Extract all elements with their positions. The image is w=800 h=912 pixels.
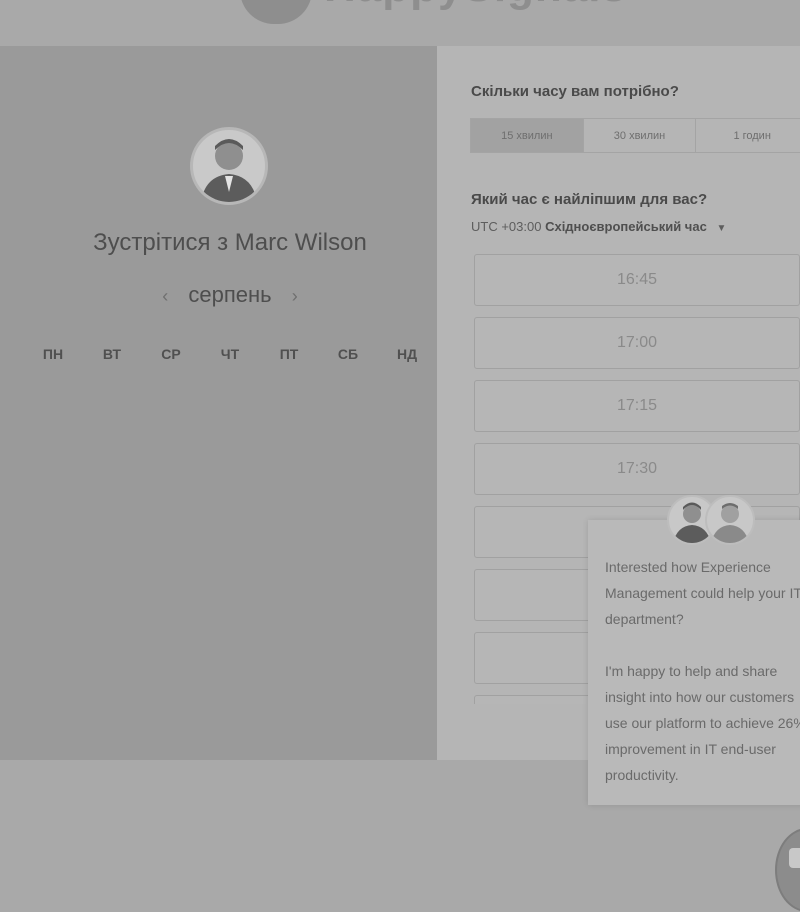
chat-popup[interactable]: Interested how Experience Management cou… <box>588 520 800 805</box>
brand-name: HappySignals <box>324 0 627 12</box>
weekday-tue: ВТ <box>102 346 122 362</box>
time-slot[interactable]: 16:45 <box>474 254 800 306</box>
weekday-sat: СБ <box>337 346 359 362</box>
weekday-sun: НД <box>396 346 418 362</box>
chat-launcher[interactable] <box>775 828 800 912</box>
duration-question: Скільки часу вам потрібно? <box>471 83 679 100</box>
time-question: Який час є найліпшим для вас? <box>471 191 708 208</box>
weekday-thu: ЧТ <box>220 346 240 362</box>
month-navigation: ‹ серпень › <box>0 282 460 308</box>
chevron-left-icon[interactable]: ‹ <box>162 286 168 307</box>
meeting-title: Зустрітися з Marc Wilson <box>93 229 367 256</box>
host-panel: Зустрітися з Marc Wilson ‹ серпень › ПН … <box>0 46 437 760</box>
chat-message: Interested how Experience Management cou… <box>605 554 800 814</box>
timezone-selector[interactable]: UTC +03:00 Східноєвропейський час ▼ <box>471 219 726 234</box>
chat-icon <box>789 848 800 868</box>
time-slot[interactable]: 17:15 <box>474 380 800 432</box>
weekday-header: ПН ВТ СР ЧТ ПТ СБ НД <box>24 346 436 362</box>
chat-agent-avatars <box>667 495 759 547</box>
duration-option-15[interactable]: 15 хвилин <box>471 119 584 152</box>
duration-option-60[interactable]: 1 годин <box>696 119 800 152</box>
weekday-wed: СР <box>161 346 181 362</box>
time-slot[interactable]: 17:30 <box>474 443 800 495</box>
timezone-name: Східноєвропейський час <box>545 219 707 234</box>
duration-selector: 15 хвилин 30 хвилин 1 годин <box>470 118 800 153</box>
logo-bubble-icon <box>240 0 312 24</box>
agent-avatar <box>705 495 755 545</box>
weekday-fri: ПТ <box>279 346 299 362</box>
host-avatar <box>190 127 268 205</box>
chat-paragraph: Interested how Experience Management cou… <box>605 559 800 627</box>
chevron-right-icon[interactable]: › <box>292 286 298 307</box>
timezone-offset: UTC +03:00 <box>471 219 542 234</box>
duration-option-30[interactable]: 30 хвилин <box>584 119 697 152</box>
time-slot[interactable]: 17:00 <box>474 317 800 369</box>
month-label: серпень <box>188 282 272 307</box>
weekday-mon: ПН <box>42 346 64 362</box>
chat-paragraph: I'm happy to help and share insight into… <box>605 663 800 783</box>
caret-down-icon: ▼ <box>716 223 727 234</box>
